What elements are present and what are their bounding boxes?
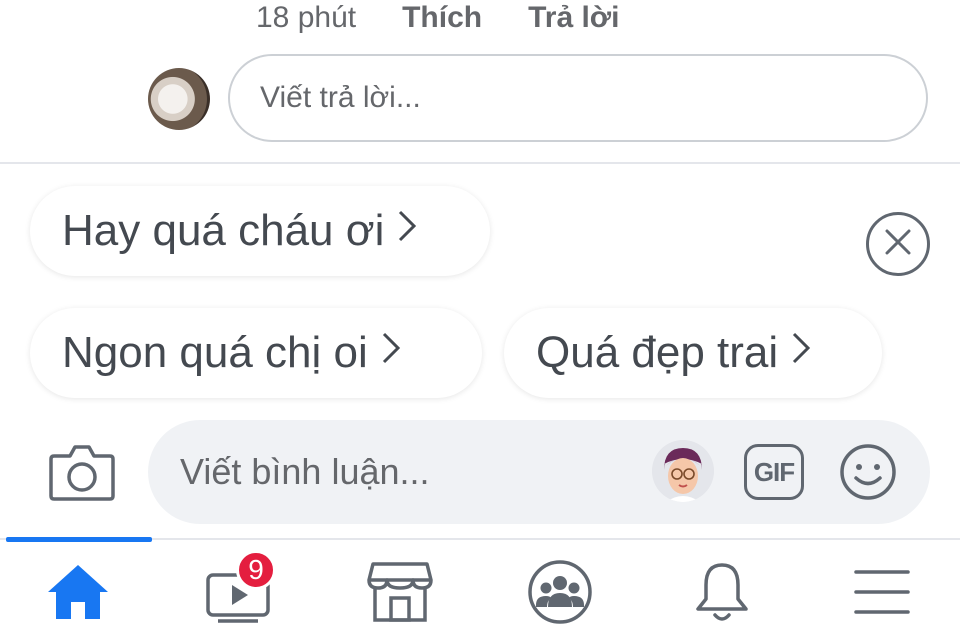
comment-input-placeholder: Viết bình luận...	[180, 451, 430, 492]
divider	[0, 162, 960, 164]
comment-input[interactable]: Viết bình luận... GIF	[148, 420, 930, 524]
chevron-right-icon	[380, 330, 402, 376]
smiley-icon	[838, 444, 898, 506]
emoji-button[interactable]	[838, 442, 898, 502]
suggestion-chip-label: Quá đẹp trai	[536, 328, 779, 377]
avatar	[148, 68, 210, 130]
close-suggestions-button[interactable]	[866, 212, 930, 276]
reply-link[interactable]: Trả lời	[528, 1, 619, 35]
avatar-sticker-button[interactable]	[652, 440, 714, 502]
suggestion-chip-label: Ngon quá chị oi	[62, 328, 368, 377]
chevron-right-icon	[790, 330, 812, 376]
nav-item-marketplace[interactable]	[360, 554, 440, 634]
avatar-icon	[652, 440, 714, 502]
comment-composer: Viết bình luận... GIF	[0, 420, 960, 528]
camera-button[interactable]	[48, 442, 116, 502]
nav-item-watch[interactable]: 9	[198, 550, 278, 634]
gif-button[interactable]: GIF	[744, 444, 804, 500]
like-link[interactable]: Thích	[402, 1, 482, 35]
bell-icon	[692, 559, 752, 630]
chevron-right-icon	[396, 208, 418, 254]
reply-input-placeholder: Viết trả lời...	[260, 81, 421, 114]
nav-active-indicator	[6, 537, 152, 542]
home-icon	[45, 562, 111, 627]
menu-icon	[852, 566, 912, 623]
suggestion-chip[interactable]: Quá đẹp trai	[504, 308, 882, 398]
comment-meta-row: 18 phút Thích Trả lời	[256, 0, 619, 36]
gif-label: GIF	[753, 456, 795, 487]
close-icon	[884, 228, 912, 261]
store-icon	[367, 560, 433, 629]
reply-composer: Viết trả lời...	[148, 54, 930, 144]
reply-input[interactable]: Viết trả lời...	[228, 54, 928, 142]
notification-badge: 9	[236, 550, 276, 590]
nav-item-groups[interactable]	[520, 554, 600, 634]
comment-timestamp: 18 phút	[256, 1, 357, 34]
suggestion-chip[interactable]: Ngon quá chị oi	[30, 308, 482, 398]
groups-icon	[527, 559, 593, 630]
nav-item-menu[interactable]	[842, 554, 922, 634]
bottom-nav: 9	[0, 544, 960, 640]
nav-item-notifications[interactable]	[682, 554, 762, 634]
camera-icon	[48, 445, 116, 506]
nav-item-home[interactable]	[38, 554, 118, 634]
suggestion-chip-label: Hay quá cháu ơi	[62, 206, 385, 255]
suggestion-chip[interactable]: Hay quá cháu ơi	[30, 186, 490, 276]
